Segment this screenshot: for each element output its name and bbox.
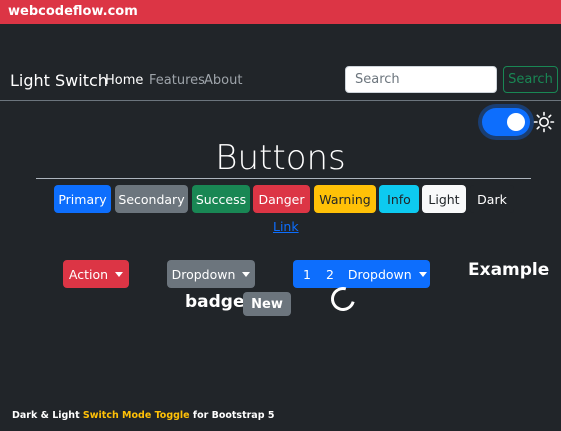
navbar-divider bbox=[0, 100, 561, 101]
caret-down-icon bbox=[115, 271, 124, 277]
page-heading: Buttons bbox=[215, 138, 346, 178]
dropdown-button[interactable]: Dropdown bbox=[167, 260, 255, 288]
info-button[interactable]: Info bbox=[379, 185, 419, 213]
nav-link-features[interactable]: Features bbox=[149, 73, 205, 88]
navbar-brand[interactable]: Light Switch bbox=[10, 71, 108, 90]
success-button[interactable]: Success bbox=[192, 185, 250, 213]
group-dropdown-label: Dropdown bbox=[347, 266, 412, 282]
watermark-text: webcodeflow.com bbox=[8, 4, 138, 19]
caret-down-icon bbox=[242, 271, 251, 277]
action-dropdown-label: Action bbox=[68, 266, 109, 282]
toggle-knob bbox=[507, 113, 525, 131]
navbar: Light Switch Home Features About Search bbox=[0, 60, 561, 100]
theme-toggle-switch[interactable] bbox=[482, 108, 530, 136]
heading-divider bbox=[36, 178, 531, 179]
danger-button[interactable]: Danger bbox=[253, 185, 310, 213]
example-heading: Example bbox=[468, 260, 550, 280]
new-badge: New bbox=[243, 292, 291, 316]
search-input[interactable] bbox=[345, 66, 497, 93]
footer-text-2: for Bootstrap 5 bbox=[189, 410, 275, 421]
primary-button[interactable]: Primary bbox=[54, 185, 111, 213]
action-dropdown-button[interactable]: Action bbox=[63, 260, 129, 288]
footer-highlight: Switch Mode Toggle bbox=[82, 410, 190, 421]
dark-button[interactable]: Dark bbox=[470, 185, 514, 213]
nav-link-about[interactable]: About bbox=[204, 73, 242, 88]
footer-text-1: Dark & Light bbox=[12, 410, 83, 421]
group-dropdown-button[interactable]: Dropdown bbox=[343, 267, 436, 282]
button-group: 1 2 Dropdown bbox=[293, 260, 430, 288]
watermark-bar: webcodeflow.com bbox=[0, 0, 561, 24]
footer-caption: Dark & Light Switch Mode Toggle for Boot… bbox=[12, 410, 274, 421]
group-button-1[interactable]: 1 bbox=[293, 267, 320, 282]
search-button[interactable]: Search bbox=[503, 66, 558, 93]
dropdown-label: Dropdown bbox=[171, 266, 236, 282]
nav-link-home[interactable]: Home bbox=[105, 73, 143, 88]
sun-icon[interactable] bbox=[533, 111, 555, 133]
light-button[interactable]: Light bbox=[422, 185, 466, 213]
group-button-2[interactable]: 2 bbox=[320, 267, 343, 282]
caret-down-icon bbox=[418, 271, 427, 277]
warning-button[interactable]: Warning bbox=[314, 185, 376, 213]
secondary-button[interactable]: Secondary bbox=[115, 185, 188, 213]
badge-heading: badge bbox=[185, 292, 245, 312]
link-button[interactable]: Link bbox=[273, 219, 299, 234]
